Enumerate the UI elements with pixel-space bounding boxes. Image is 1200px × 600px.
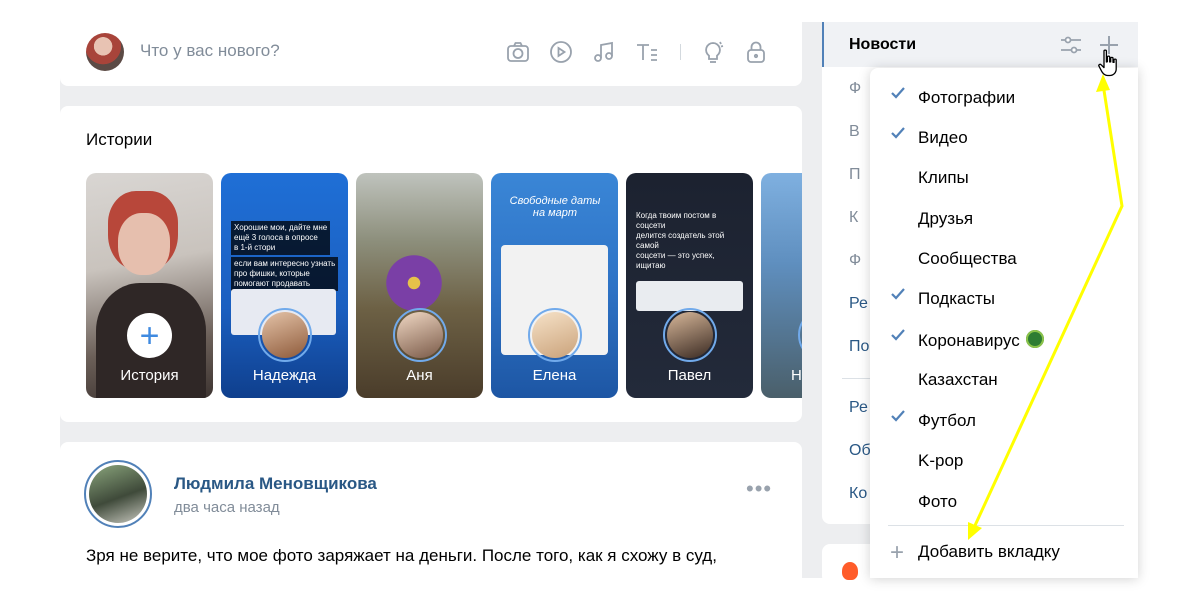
dropdown-item-friends[interactable]: Друзья xyxy=(870,195,1138,235)
dropdown-item-coronavirus[interactable]: Коронавирус xyxy=(870,316,1138,356)
dropdown-item-video[interactable]: Видео xyxy=(870,114,1138,154)
menu-item[interactable]: Об xyxy=(849,442,871,460)
dropdown-item-label: Фотографии xyxy=(918,88,1016,107)
check-icon xyxy=(891,127,905,139)
virus-icon xyxy=(1025,330,1044,348)
dropdown-item-communities[interactable]: Сообщества xyxy=(870,235,1138,275)
story-name: Н xyxy=(791,367,802,384)
story-add[interactable]: + История xyxy=(86,173,213,398)
avatar[interactable] xyxy=(84,460,152,528)
menu-item[interactable]: Ре xyxy=(849,295,868,313)
story-item[interactable]: Свободные даты на март Елена xyxy=(491,173,618,398)
dropdown-item-kpop[interactable]: K-pop xyxy=(870,437,1138,477)
story-name: Павел xyxy=(667,367,712,384)
story-item[interactable]: Н xyxy=(761,173,802,398)
story-item[interactable]: Хорошие мои, дайте мне ещё 3 голоса в оп… xyxy=(221,173,348,398)
dropdown-item-label: Друзья xyxy=(918,209,974,228)
music-icon[interactable] xyxy=(590,38,618,66)
story-item[interactable]: Когда твоим постом в соцсети делится соз… xyxy=(626,173,753,398)
dropdown-item-photo[interactable]: Фото xyxy=(870,478,1138,518)
dropdown-item-label: Футбол xyxy=(918,411,976,430)
lock-icon[interactable] xyxy=(742,38,770,66)
filter-icon[interactable] xyxy=(1060,35,1082,55)
menu-item[interactable]: Ф xyxy=(849,252,861,270)
post-author[interactable]: Людмила Меновщикова xyxy=(174,474,377,494)
tabs-dropdown: Фотографии Видео Клипы Друзья Сообщества… xyxy=(870,68,1138,578)
menu-item[interactable]: Ф xyxy=(849,80,861,98)
story-name: История xyxy=(120,367,179,384)
story-text: Свободные даты на март xyxy=(509,195,601,219)
dropdown-item-label: Казахстан xyxy=(918,370,998,389)
menu-item[interactable]: Ко xyxy=(849,485,867,503)
feed-post: Людмила Меновщикова два часа назад ••• З… xyxy=(60,442,802,582)
stories-block: Истории + История Хорошие мои, дайте мне… xyxy=(60,106,802,422)
story-text: Когда твоим постом в соцсети делится соз… xyxy=(636,211,725,270)
divider xyxy=(888,525,1124,526)
idea-icon[interactable] xyxy=(699,38,727,66)
story-item[interactable]: Аня xyxy=(356,173,483,398)
dropdown-item-kazakhstan[interactable]: Казахстан xyxy=(870,356,1138,396)
post-time[interactable]: два часа назад xyxy=(174,499,280,516)
page-margin xyxy=(1138,0,1200,600)
add-tab-button[interactable]: + Добавить вкладку xyxy=(870,538,1138,574)
menu-item[interactable]: По xyxy=(849,338,869,356)
menu-item[interactable]: К xyxy=(849,209,858,227)
menu-item-label: Новости xyxy=(849,36,917,53)
menu-item[interactable]: П xyxy=(849,166,861,184)
story-avatar xyxy=(258,308,312,362)
check-icon xyxy=(891,288,905,300)
menu-item[interactable]: Ре xyxy=(849,399,868,417)
plus-icon: + xyxy=(890,539,905,566)
story-avatar xyxy=(798,308,802,362)
page-margin xyxy=(0,0,1200,22)
dropdown-item-clips[interactable]: Клипы xyxy=(870,154,1138,194)
add-story-icon[interactable]: + xyxy=(127,313,172,358)
post-composer: Что у вас нового? xyxy=(60,22,802,86)
story-avatar xyxy=(663,308,717,362)
text-icon[interactable] xyxy=(633,38,661,66)
story-name: Надежда xyxy=(252,367,317,384)
story-text: Хорошие мои, дайте мне ещё 3 голоса в оп… xyxy=(231,221,331,255)
check-icon xyxy=(891,87,905,99)
story-name: Елена xyxy=(532,367,577,384)
dropdown-item-label: Коронавирус xyxy=(918,330,1044,351)
page-margin xyxy=(0,0,60,600)
dropdown-item-podcasts[interactable]: Подкасты xyxy=(870,275,1138,315)
menu-item[interactable]: В xyxy=(849,123,860,141)
composer-tools xyxy=(504,38,785,66)
dropdown-item-photos[interactable]: Фотографии xyxy=(870,74,1138,114)
story-avatar xyxy=(528,308,582,362)
stories-title: Истории xyxy=(86,130,153,149)
dropdown-item-label: Фото xyxy=(918,492,958,511)
story-text: если вам интересно узнать про фишки, кот… xyxy=(231,257,339,291)
post-text: Зря не верите, что мое фото заряжает на … xyxy=(86,546,717,565)
story-avatar xyxy=(393,308,447,362)
composer-input[interactable]: Что у вас нового? xyxy=(140,41,280,61)
dropdown-item-label: Подкасты xyxy=(918,289,995,308)
add-tab-label: Добавить вкладку xyxy=(918,542,1060,561)
dropdown-item-label: K-pop xyxy=(918,451,964,470)
hand-cursor-icon xyxy=(1098,49,1117,77)
more-icon[interactable]: ••• xyxy=(746,476,772,502)
divider xyxy=(680,44,681,60)
dropdown-item-label: Клипы xyxy=(918,168,969,187)
check-icon xyxy=(891,410,905,422)
camera-icon[interactable] xyxy=(504,38,532,66)
fire-icon xyxy=(842,562,858,580)
dropdown-item-label: Видео xyxy=(918,128,968,147)
story-name: Аня xyxy=(406,367,433,384)
avatar[interactable] xyxy=(86,33,124,71)
dropdown-item-football[interactable]: Футбол xyxy=(870,397,1138,437)
dropdown-item-label: Сообщества xyxy=(918,249,1017,268)
check-icon xyxy=(891,329,905,341)
video-icon[interactable] xyxy=(547,38,575,66)
